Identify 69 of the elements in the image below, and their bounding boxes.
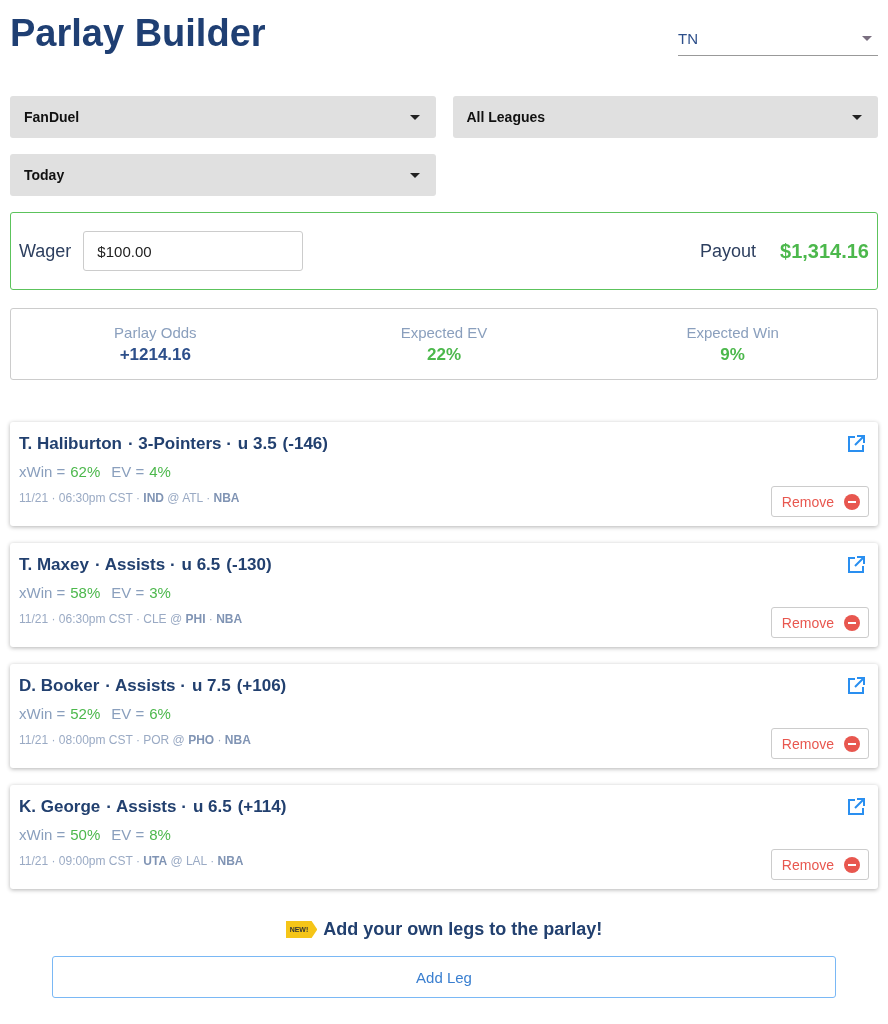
xwin-value: 52% xyxy=(70,705,101,722)
stat-value: 9% xyxy=(720,344,745,365)
bet-line: u 7.5 xyxy=(191,676,231,696)
stat-value: 22% xyxy=(426,344,461,365)
player-name: T. Haliburton xyxy=(19,434,122,454)
bet-line: u 3.5 xyxy=(237,434,277,454)
ev-label: EV = xyxy=(111,705,145,722)
wager-label: Wager xyxy=(19,240,72,262)
market-name: · Assists · xyxy=(94,555,176,575)
external-link-icon[interactable] xyxy=(847,677,865,695)
page-title: Parlay Builder xyxy=(10,12,266,55)
caret-icon xyxy=(409,114,420,120)
ev-label: EV = xyxy=(111,584,145,601)
market-name: · Assists · xyxy=(106,797,187,817)
promo-text: Add your own legs to the parlay! xyxy=(323,919,603,940)
remove-button[interactable]: Remove xyxy=(770,728,869,759)
xwin-label: xWin = xyxy=(19,463,66,480)
minus-circle-icon xyxy=(844,735,860,752)
xwin-value: 58% xyxy=(70,584,101,601)
remove-button[interactable]: Remove xyxy=(770,607,869,638)
minus-circle-icon xyxy=(844,856,860,873)
xwin-value: 50% xyxy=(70,826,101,843)
filter-dropdown[interactable]: Today xyxy=(10,154,436,196)
bet-odds: (+106) xyxy=(236,676,287,696)
external-link-icon[interactable] xyxy=(847,798,865,816)
xwin-value: 62% xyxy=(70,463,101,480)
caret-icon xyxy=(409,172,420,178)
caret-icon xyxy=(862,36,872,41)
ev-value: 8% xyxy=(149,826,171,843)
ev-value: 4% xyxy=(149,463,171,480)
payout-label: Payout xyxy=(699,240,756,262)
minus-circle-icon xyxy=(844,493,860,510)
add-leg-button[interactable]: Add Leg xyxy=(52,956,836,998)
state-select[interactable]: TN xyxy=(678,25,878,56)
stat-label: Expected Win xyxy=(686,323,779,341)
ev-value: 3% xyxy=(149,584,171,601)
stat-label: Expected EV xyxy=(400,323,488,341)
player-name: T. Maxey xyxy=(19,555,89,575)
remove-button[interactable]: Remove xyxy=(770,486,869,517)
filter-dropdown[interactable]: All Leagues xyxy=(452,96,878,138)
game-info: 11/21 · 06:30pm CST · IND @ ATL · NBA xyxy=(19,491,241,505)
market-name: · 3-Pointers · xyxy=(127,434,232,454)
xwin-label: xWin = xyxy=(19,584,66,601)
bet-odds: (-146) xyxy=(282,434,328,454)
bet-odds: (-130) xyxy=(226,555,272,575)
payout-value: $1,314.16 xyxy=(780,239,869,263)
stat-label: Parlay Odds xyxy=(114,323,197,341)
game-info: 11/21 · 09:00pm CST · UTA @ LAL · NBA xyxy=(19,854,245,868)
xwin-label: xWin = xyxy=(19,705,66,722)
market-name: · Assists · xyxy=(105,676,186,696)
ev-label: EV = xyxy=(111,826,145,843)
external-link-icon[interactable] xyxy=(847,556,865,574)
bet-line: u 6.5 xyxy=(192,797,232,817)
filter-dropdown[interactable]: FanDuel xyxy=(10,96,436,138)
minus-circle-icon xyxy=(844,614,860,631)
caret-icon xyxy=(852,114,862,120)
bet-line: u 6.5 xyxy=(181,555,221,575)
wager-input[interactable]: $100.00 xyxy=(83,231,304,271)
bet-odds: (+114) xyxy=(237,797,287,817)
player-name: K. George xyxy=(19,797,101,817)
ev-label: EV = xyxy=(111,463,145,480)
xwin-label: xWin = xyxy=(19,826,66,843)
external-link-icon[interactable] xyxy=(847,435,865,453)
game-info: 11/21 · 08:00pm CST · POR @ PHO · NBA xyxy=(19,733,252,747)
ev-value: 6% xyxy=(149,705,171,722)
remove-button[interactable]: Remove xyxy=(770,849,869,880)
player-name: D. Booker xyxy=(19,676,100,696)
game-info: 11/21 · 06:30pm CST · CLE @ PHI · NBA xyxy=(19,612,244,626)
stat-value: +1214.16 xyxy=(119,344,191,365)
